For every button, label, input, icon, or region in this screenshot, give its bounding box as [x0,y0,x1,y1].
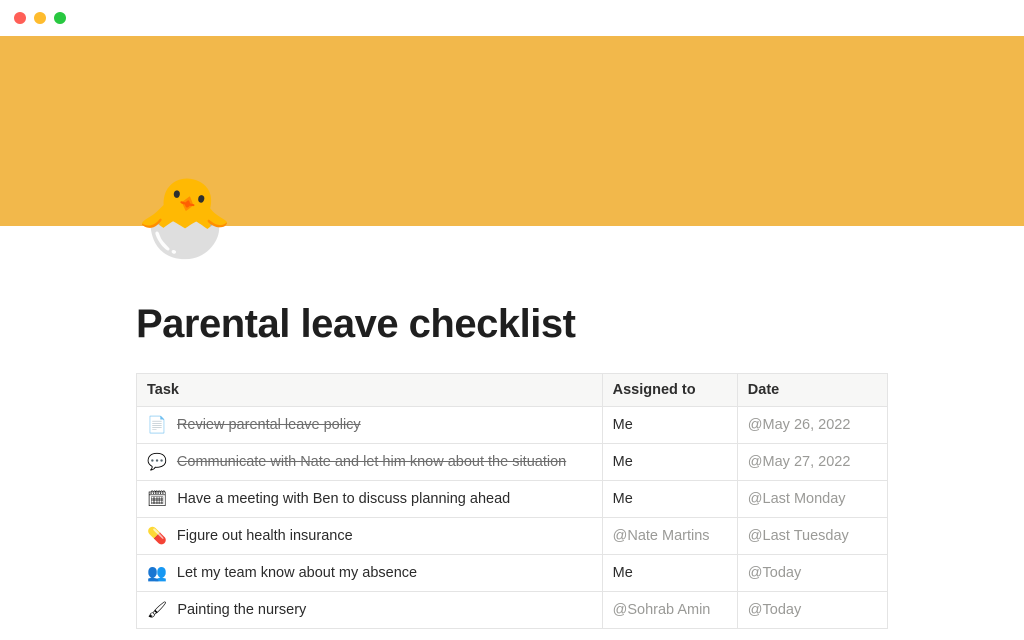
window-chrome [0,0,1024,36]
table-row[interactable]: 💊 Figure out health insurance @Nate Mart… [137,518,888,555]
table-header-row: Task Assigned to Date [137,374,888,407]
assigned-cell[interactable]: Me [602,407,737,444]
assigned-cell[interactable]: Me [602,481,737,518]
assigned-cell[interactable]: @Nate Martins [602,518,737,555]
task-emoji-icon: 🗓 [147,489,167,509]
task-cell[interactable]: 🖌 Painting the nursery [137,592,603,629]
assignee-text: Me [613,454,633,470]
minimize-icon[interactable] [34,12,46,24]
assigned-cell[interactable]: Me [602,444,737,481]
date-cell[interactable]: @May 26, 2022 [737,407,887,444]
task-emoji-icon: 📄 [147,415,167,435]
page-icon[interactable]: 🐣 [136,178,233,256]
column-header-assigned[interactable]: Assigned to [602,374,737,407]
date-mention[interactable]: @Today [748,565,801,581]
table-row[interactable]: 📄 Review parental leave policy Me @May 26… [137,407,888,444]
zoom-icon[interactable] [54,12,66,24]
task-cell[interactable]: 💊 Figure out health insurance [137,518,603,555]
user-mention[interactable]: @Sohrab Amin [613,602,711,618]
task-cell[interactable]: 🗓 Have a meeting with Ben to discuss pla… [137,481,603,518]
date-cell[interactable]: @Today [737,555,887,592]
page-content: 🐣 Parental leave checklist Task Assigned… [0,226,1024,629]
user-mention[interactable]: @Nate Martins [613,528,710,544]
task-text: Have a meeting with Ben to discuss plann… [177,491,510,507]
date-mention[interactable]: @May 27, 2022 [748,454,851,470]
table-row[interactable]: 👥 Let my team know about my absence Me @T… [137,555,888,592]
task-emoji-icon: 💬 [147,452,167,472]
task-text: Let my team know about my absence [177,565,417,581]
assignee-text: Me [613,417,633,433]
assigned-cell[interactable]: @Sohrab Amin [602,592,737,629]
date-mention[interactable]: @Last Tuesday [748,528,849,544]
table-row[interactable]: 🖌 Painting the nursery @Sohrab Amin @Toda… [137,592,888,629]
column-header-task[interactable]: Task [137,374,603,407]
date-mention[interactable]: @May 26, 2022 [748,417,851,433]
table-row[interactable]: 💬 Communicate with Nate and let him know… [137,444,888,481]
column-header-date[interactable]: Date [737,374,887,407]
close-icon[interactable] [14,12,26,24]
date-cell[interactable]: @May 27, 2022 [737,444,887,481]
date-mention[interactable]: @Today [748,602,801,618]
task-emoji-icon: 💊 [147,526,167,546]
assignee-text: Me [613,565,633,581]
task-emoji-icon: 👥 [147,563,167,583]
task-text: Figure out health insurance [177,528,353,544]
task-cell[interactable]: 📄 Review parental leave policy [137,407,603,444]
task-cell[interactable]: 👥 Let my team know about my absence [137,555,603,592]
assigned-cell[interactable]: Me [602,555,737,592]
task-text: Review parental leave policy [177,417,361,433]
date-mention[interactable]: @Last Monday [748,491,846,507]
table-row[interactable]: 🗓 Have a meeting with Ben to discuss pla… [137,481,888,518]
date-cell[interactable]: @Today [737,592,887,629]
page-title[interactable]: Parental leave checklist [136,226,888,347]
date-cell[interactable]: @Last Monday [737,481,887,518]
task-cell[interactable]: 💬 Communicate with Nate and let him know… [137,444,603,481]
checklist-table: Task Assigned to Date 📄 Review parental … [136,373,888,629]
date-cell[interactable]: @Last Tuesday [737,518,887,555]
task-emoji-icon: 🖌 [147,600,167,620]
assignee-text: Me [613,491,633,507]
task-text: Communicate with Nate and let him know a… [177,454,566,470]
task-text: Painting the nursery [177,602,306,618]
